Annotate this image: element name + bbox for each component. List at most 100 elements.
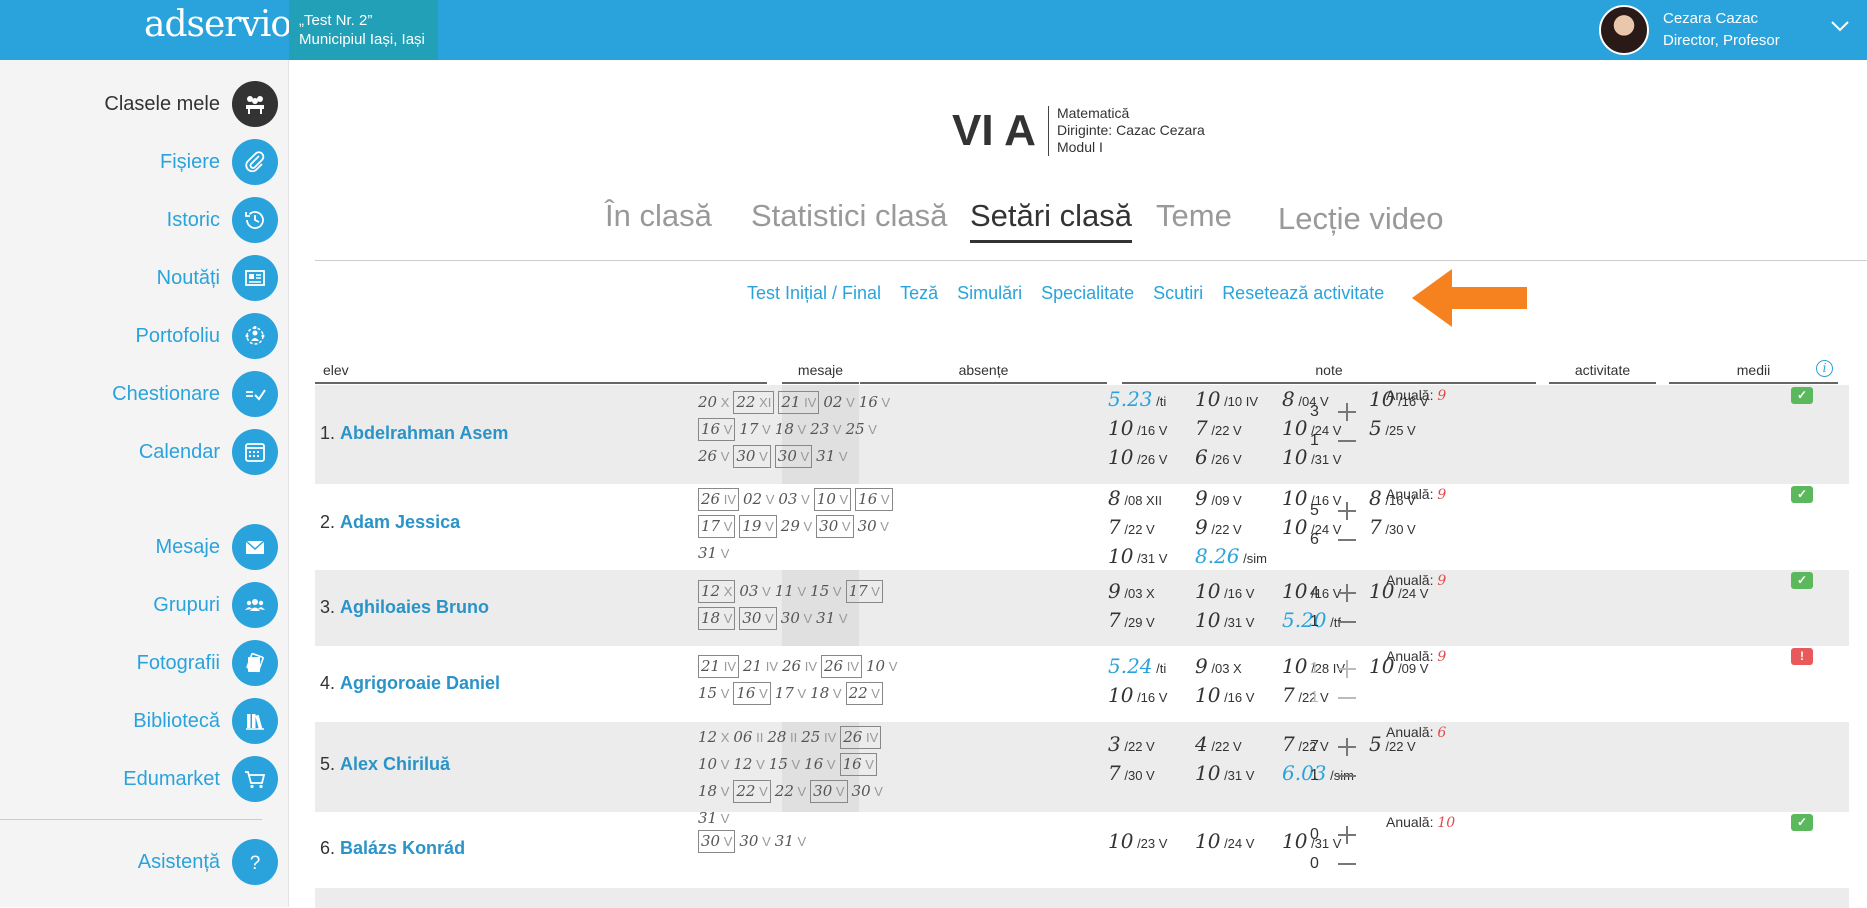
absence[interactable]: 03 V [778, 486, 809, 513]
grade[interactable]: 10 /31 V [1195, 607, 1282, 636]
sidebar-item-grupuri[interactable]: Grupuri [153, 582, 278, 628]
subnav-teza[interactable]: Teză [900, 283, 938, 304]
tab-in-clasa[interactable]: În clasă [605, 198, 712, 234]
sidebar-item-biblioteca[interactable]: Bibliotecă [133, 698, 278, 744]
tab-lectie-video[interactable]: Lecție video [1278, 201, 1443, 237]
check-icon[interactable]: ✓ [1791, 486, 1813, 503]
motivated-absence[interactable]: 18 V [698, 607, 736, 630]
motivated-absence[interactable]: 16 V [698, 418, 736, 441]
special-grade[interactable]: 8.26 /sim [1195, 543, 1282, 572]
motivated-absence[interactable]: 16 V [733, 682, 771, 705]
grade[interactable]: 10 /24 V [1195, 828, 1282, 857]
motivated-absence[interactable]: 12 X [698, 580, 736, 603]
plus-icon[interactable] [1336, 824, 1358, 846]
motivated-absence[interactable]: 30 V [739, 607, 777, 630]
subnav-specialitate[interactable]: Specialitate [1041, 283, 1134, 304]
motivated-absence[interactable]: 22 XI [733, 391, 775, 414]
tab-statistici-clasa[interactable]: Statistici clasă [751, 198, 947, 234]
grade[interactable]: 7 /30 V [1108, 760, 1195, 789]
student-name[interactable]: Abdelrahman Asem [340, 423, 508, 443]
absence[interactable]: 17 V [775, 680, 806, 707]
motivated-absence[interactable]: 16 V [839, 753, 877, 776]
absence[interactable]: 11 V [775, 578, 806, 605]
grade[interactable]: 10 /31 V [1195, 760, 1282, 789]
absence[interactable]: 12 X [698, 724, 729, 751]
user-info[interactable]: Cezara Cazac Director, Profesor [1663, 8, 1780, 52]
grade[interactable]: 10 /26 V [1108, 444, 1195, 473]
grade[interactable]: 10 /23 V [1108, 828, 1195, 857]
absence[interactable]: 30 V [739, 828, 770, 855]
motivated-absence[interactable]: 30 V [698, 830, 736, 853]
motivated-absence[interactable]: 21 IV [698, 655, 739, 678]
motivated-absence[interactable]: 17 V [845, 580, 883, 603]
minus-icon[interactable] [1336, 687, 1358, 709]
student-name[interactable]: Adam Jessica [340, 512, 460, 532]
absence[interactable]: 15 V [810, 578, 841, 605]
sidebar-item-calendar[interactable]: Calendar [139, 429, 278, 475]
absence[interactable]: 20 X [698, 389, 729, 416]
grade[interactable]: 10 /31 V [1108, 543, 1195, 572]
grade[interactable]: 10 /16 V [1108, 415, 1195, 444]
special-grade[interactable]: 5.23 /ti [1108, 386, 1195, 415]
minus-icon[interactable] [1336, 765, 1358, 787]
absence[interactable]: 26 V [698, 443, 729, 470]
subnav-reseteaza-activitate[interactable]: Resetează activitate [1222, 283, 1384, 304]
absence[interactable]: 18 V [810, 680, 841, 707]
motivated-absence[interactable]: 19 V [739, 515, 777, 538]
minus-icon[interactable] [1336, 529, 1358, 551]
absence[interactable]: 02 V [823, 389, 854, 416]
absence[interactable]: 23 V [810, 416, 841, 443]
chevron-down-icon[interactable] [1828, 14, 1852, 38]
grade[interactable]: 3 /22 V [1108, 731, 1195, 760]
plus-icon[interactable] [1336, 736, 1358, 758]
student-name[interactable]: Alex Chiriluă [340, 754, 450, 774]
absence[interactable]: 31 V [775, 828, 806, 855]
app-logo[interactable]: adservio [144, 4, 292, 45]
check-icon[interactable]: ✓ [1791, 572, 1813, 589]
sidebar-item-istoric[interactable]: Istoric [167, 197, 278, 243]
motivated-absence[interactable]: 22 V [845, 682, 883, 705]
motivated-absence[interactable]: 21 IV [778, 391, 820, 414]
absence[interactable]: 25 V [846, 416, 877, 443]
grade[interactable]: 4 /22 V [1195, 731, 1282, 760]
grade[interactable]: 6 /26 V [1195, 444, 1282, 473]
motivated-absence[interactable]: 26 IV [840, 726, 882, 749]
absence[interactable]: 16 V [859, 389, 890, 416]
motivated-absence[interactable]: 16 V [855, 488, 893, 511]
absence[interactable]: 17 V [739, 416, 770, 443]
check-icon[interactable]: ✓ [1791, 814, 1813, 831]
sidebar-item-chestionare[interactable]: Chestionare [112, 371, 278, 417]
header-elev[interactable]: elev [315, 360, 767, 384]
plus-icon[interactable] [1336, 658, 1358, 680]
absence[interactable]: 02 V [743, 486, 774, 513]
info-icon[interactable]: i [1816, 360, 1833, 377]
absence[interactable]: 31 V [816, 443, 847, 470]
absence[interactable]: 15 V [698, 680, 729, 707]
motivated-absence[interactable]: 26 IV [821, 655, 862, 678]
absence[interactable]: 18 V [775, 416, 806, 443]
absence[interactable]: 06 II [733, 724, 763, 751]
tab-setari-clasa[interactable]: Setări clasă [970, 198, 1132, 243]
subnav-scutiri[interactable]: Scutiri [1153, 283, 1203, 304]
absence[interactable]: 22 V [775, 778, 806, 805]
motivated-absence[interactable]: 17 V [698, 515, 736, 538]
grade[interactable]: 9 /22 V [1195, 514, 1282, 543]
sidebar-item-fotografii[interactable]: Fotografii [137, 640, 278, 686]
grade[interactable]: 9 /09 V [1195, 485, 1282, 514]
sidebar-item-portofoliu[interactable]: Portofoliu [136, 313, 278, 359]
grade[interactable]: 9 /03 X [1195, 653, 1282, 682]
minus-icon[interactable] [1336, 611, 1358, 633]
absence[interactable]: 30 V [781, 605, 812, 632]
warning-icon[interactable]: ! [1791, 648, 1813, 665]
sidebar-item-fisiere[interactable]: Fișiere [160, 139, 278, 185]
plus-icon[interactable] [1336, 582, 1358, 604]
grade[interactable]: 8 /08 XII [1108, 485, 1195, 514]
motivated-absence[interactable]: 30 V [816, 515, 854, 538]
sidebar-item-mesaje[interactable]: Mesaje [156, 524, 278, 570]
absence[interactable]: 31 V [698, 540, 729, 567]
sidebar-item-asistenta[interactable]: Asistență ? [138, 839, 278, 885]
student-name[interactable]: Agrigoroaie Daniel [340, 673, 500, 693]
absence[interactable]: 26 IV [782, 653, 817, 680]
subnav-test-initial-final[interactable]: Test Inițial / Final [747, 283, 881, 304]
motivated-absence[interactable]: 22 V [733, 780, 771, 803]
